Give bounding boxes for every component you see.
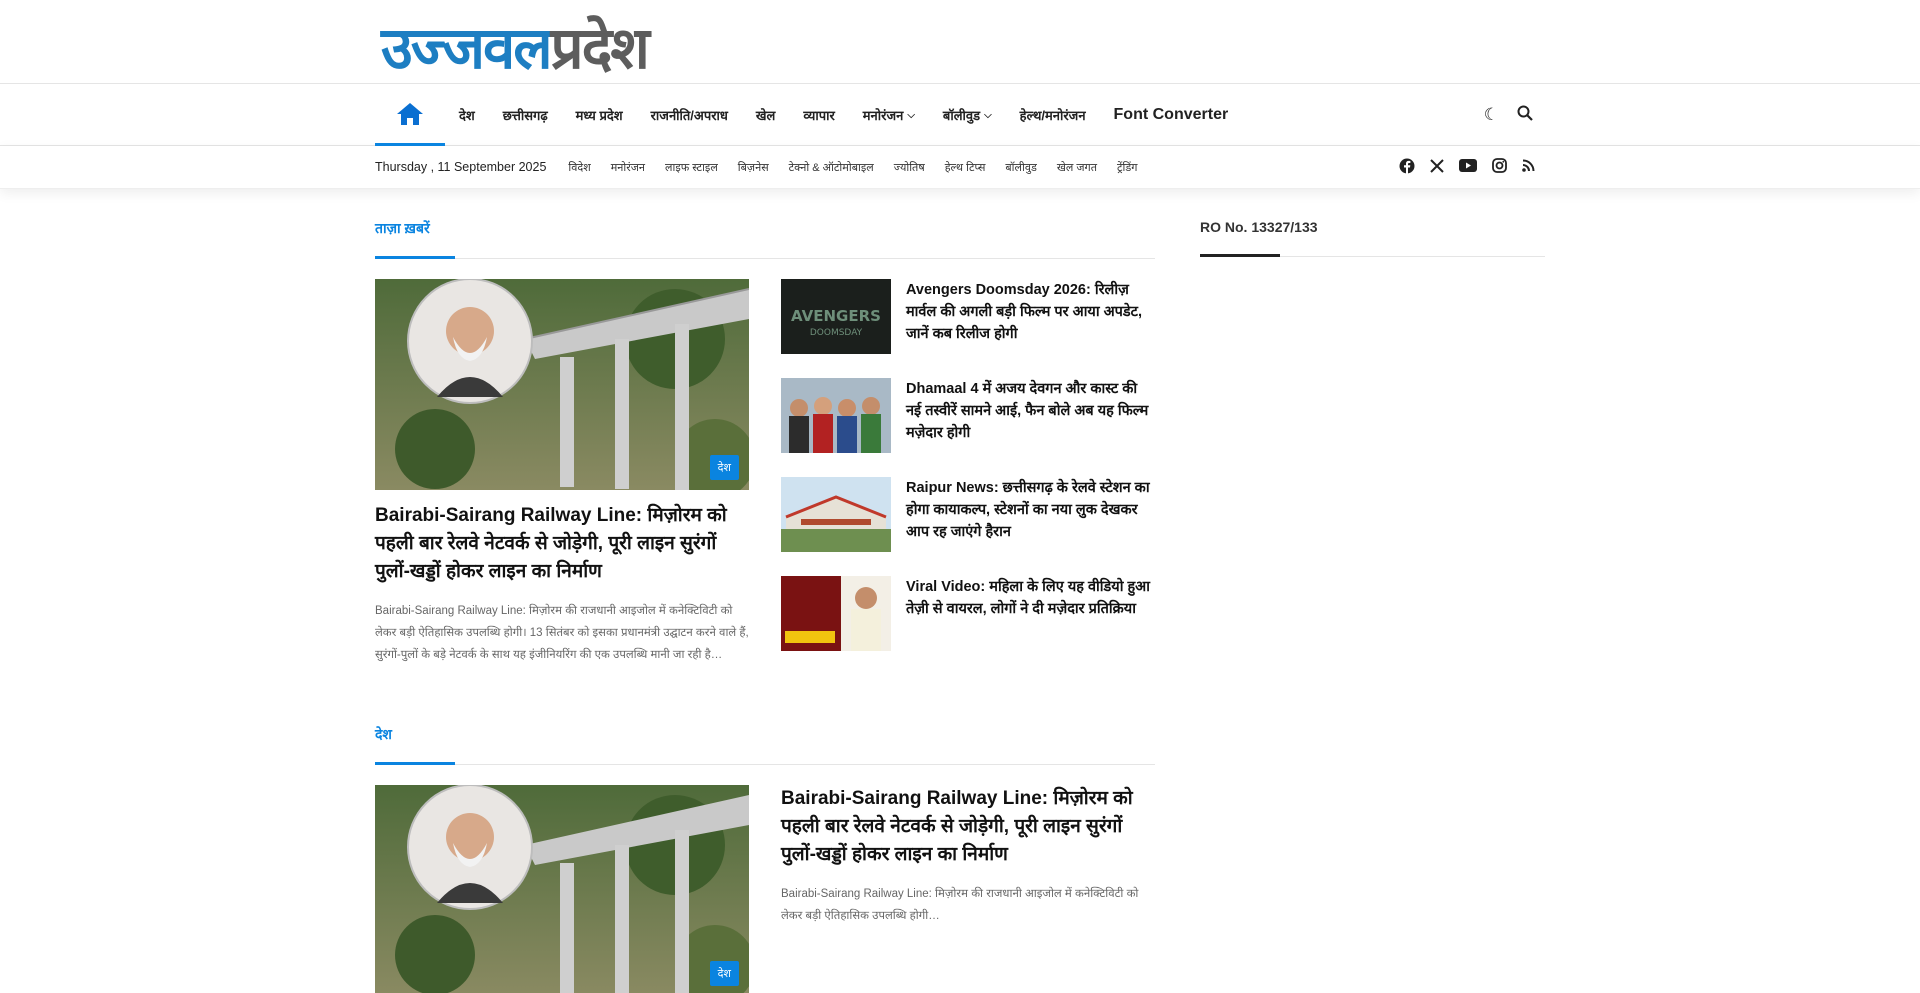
- nav-item-label: हेल्थ/मनोरंजन: [1019, 108, 1086, 123]
- search-icon[interactable]: [1517, 105, 1533, 126]
- section-underline: [375, 762, 455, 765]
- list-item-thumbnail[interactable]: [781, 576, 891, 651]
- news-list: AVENGERS DOOMSDAY Avengers Doomsday 2026:…: [781, 279, 1155, 675]
- sub-nav-item[interactable]: टेक्नो & ऑटोमोबाइल: [779, 160, 884, 175]
- featured-post-title[interactable]: Bairabi-Sairang Railway Line: मिज़ोरम को…: [375, 502, 749, 586]
- social-links: [1399, 158, 1545, 177]
- nav-item-health[interactable]: हेल्थ/मनोरंजन: [1006, 84, 1100, 146]
- sidebar-header: RO No. 13327/133: [1200, 219, 1545, 257]
- rss-icon[interactable]: [1522, 159, 1535, 175]
- sub-nav-item[interactable]: लाइफ स्टाइल: [655, 160, 728, 175]
- nav-item-madhya-pradesh[interactable]: मध्य प्रदेश: [562, 84, 637, 146]
- sub-nav-item[interactable]: विदेश: [558, 160, 600, 175]
- list-item-title[interactable]: Dhamaal 4 में अजय देवगन और कास्ट की नई त…: [906, 378, 1155, 453]
- moon-icon[interactable]: ☾: [1484, 105, 1499, 125]
- svg-text:DOOMSDAY: DOOMSDAY: [810, 328, 863, 338]
- logo-part-2: प्रदेश: [550, 14, 650, 82]
- featured-post: देश Bairabi-Sairang Railway Line: मिज़ोर…: [375, 279, 749, 675]
- list-item-title[interactable]: Raipur News: छत्तीसगढ़ के रेलवे स्टेशन क…: [906, 477, 1155, 552]
- secondary-post: Bairabi-Sairang Railway Line: मिज़ोरम को…: [781, 785, 1155, 993]
- logo-part-1: उज्जवल: [381, 14, 553, 82]
- secondary-bar: Thursday , 11 September 2025 विदेश मनोरं…: [0, 146, 1920, 189]
- latest-news-block: देश Bairabi-Sairang Railway Line: मिज़ोर…: [375, 279, 1155, 675]
- main-navigation: देश छत्तीसगढ़ मध्य प्रदेश राजनीति/अपराध …: [0, 84, 1920, 146]
- sub-nav-item[interactable]: बॉलीवुड: [995, 160, 1046, 175]
- site-logo[interactable]: उज्जवल प्रदेश: [381, 7, 650, 82]
- x-twitter-icon[interactable]: [1430, 158, 1444, 176]
- list-item-thumbnail[interactable]: [781, 477, 891, 552]
- chevron-down-icon: ⌵: [984, 109, 992, 121]
- main-column: ताज़ा ख़बरें देश Bairabi-Sairang Railway…: [375, 219, 1155, 993]
- home-icon: [397, 102, 423, 125]
- sub-nav-item[interactable]: खेल जगत: [1047, 160, 1107, 175]
- nav-item-label: मध्य प्रदेश: [575, 108, 623, 123]
- sidebar: RO No. 13327/133: [1200, 219, 1545, 993]
- nav-item-label: राजनीति/अपराध: [650, 108, 728, 123]
- secondary-post-title[interactable]: Bairabi-Sairang Railway Line: मिज़ोरम को…: [781, 785, 1155, 869]
- section-underline: [375, 256, 455, 259]
- nav-item-label: व्यापार: [803, 108, 835, 123]
- featured-post-image[interactable]: देश: [375, 785, 749, 993]
- category-badge[interactable]: देश: [709, 455, 739, 480]
- featured-post: देश: [375, 785, 749, 993]
- nav-item-label: बॉलीवुड: [942, 108, 981, 123]
- nav-item-sports[interactable]: खेल: [742, 84, 789, 146]
- nav-tools: ☾: [1484, 105, 1545, 126]
- bridge-photo: [375, 279, 749, 490]
- category-badge[interactable]: देश: [709, 961, 739, 986]
- list-item-title[interactable]: Viral Video: महिला के लिए यह वीडियो हुआ …: [906, 576, 1155, 651]
- list-item[interactable]: Dhamaal 4 में अजय देवगन और कास्ट की नई त…: [781, 378, 1155, 453]
- nav-item-label: मनोरंजन: [862, 108, 904, 123]
- desh-block: देश Bairabi-Sairang Railway Line: मिज़ोर…: [375, 785, 1155, 993]
- sidebar-underline: [1200, 254, 1280, 257]
- logo-header: उज्जवल प्रदेश: [0, 0, 1920, 84]
- sub-nav-item[interactable]: मनोरंजन: [601, 160, 655, 175]
- section-title[interactable]: ताज़ा ख़बरें: [375, 219, 430, 238]
- nav-item-politics-crime[interactable]: राजनीति/अपराध: [637, 84, 742, 146]
- nav-item-desh[interactable]: देश: [445, 84, 489, 146]
- youtube-icon[interactable]: [1459, 159, 1477, 175]
- desh-section: देश देश Bairabi-Sairang Railway Line: मि…: [375, 725, 1155, 993]
- list-item[interactable]: AVENGERS DOOMSDAY Avengers Doomsday 2026:…: [781, 279, 1155, 354]
- featured-post-excerpt: Bairabi-Sairang Railway Line: मिज़ोरम की…: [375, 605, 749, 661]
- nav-item-entertainment[interactable]: मनोरंजन ⌵: [849, 84, 929, 146]
- secondary-post-excerpt: Bairabi-Sairang Railway Line: मिज़ोरम की…: [781, 888, 1139, 922]
- sub-nav-item[interactable]: हेल्थ टिप्स: [935, 160, 996, 175]
- nav-item-font-converter[interactable]: Font Converter: [1100, 84, 1243, 146]
- instagram-icon[interactable]: [1492, 158, 1507, 176]
- sidebar-title: RO No. 13327/133: [1200, 219, 1318, 235]
- sub-nav-item[interactable]: बिज़नेस: [728, 160, 779, 175]
- nav-item-chhattisgarh[interactable]: छत्तीसगढ़: [489, 84, 562, 146]
- svg-text:AVENGERS: AVENGERS: [791, 307, 881, 325]
- list-item-thumbnail[interactable]: [781, 378, 891, 453]
- nav-item-bollywood[interactable]: बॉलीवुड ⌵: [929, 84, 1006, 146]
- list-item-title[interactable]: Avengers Doomsday 2026: रिलीज़ मार्वल की…: [906, 279, 1155, 354]
- nav-item-label: देश: [459, 108, 475, 123]
- nav-item-label: Font Converter: [1113, 106, 1229, 123]
- section-title[interactable]: देश: [375, 725, 392, 744]
- sub-nav-item[interactable]: ज्योतिष: [884, 160, 935, 175]
- facebook-icon[interactable]: [1399, 158, 1415, 177]
- section-header: देश: [375, 725, 1155, 765]
- section-header: ताज़ा ख़बरें: [375, 219, 1155, 259]
- list-item-thumbnail[interactable]: AVENGERS DOOMSDAY: [781, 279, 891, 354]
- chevron-down-icon: ⌵: [907, 109, 915, 121]
- featured-post-image[interactable]: देश: [375, 279, 749, 490]
- nav-item-business[interactable]: व्यापार: [789, 84, 848, 146]
- sub-nav-item[interactable]: ट्रेंडिंग: [1107, 160, 1147, 175]
- list-item[interactable]: Raipur News: छत्तीसगढ़ के रेलवे स्टेशन क…: [781, 477, 1155, 552]
- nav-item-label: छत्तीसगढ़: [502, 108, 548, 123]
- list-item[interactable]: Viral Video: महिला के लिए यह वीडियो हुआ …: [781, 576, 1155, 651]
- bridge-photo: [375, 785, 749, 993]
- home-nav-button[interactable]: [375, 84, 445, 146]
- current-date: Thursday , 11 September 2025: [375, 160, 547, 174]
- nav-item-label: खेल: [755, 108, 776, 123]
